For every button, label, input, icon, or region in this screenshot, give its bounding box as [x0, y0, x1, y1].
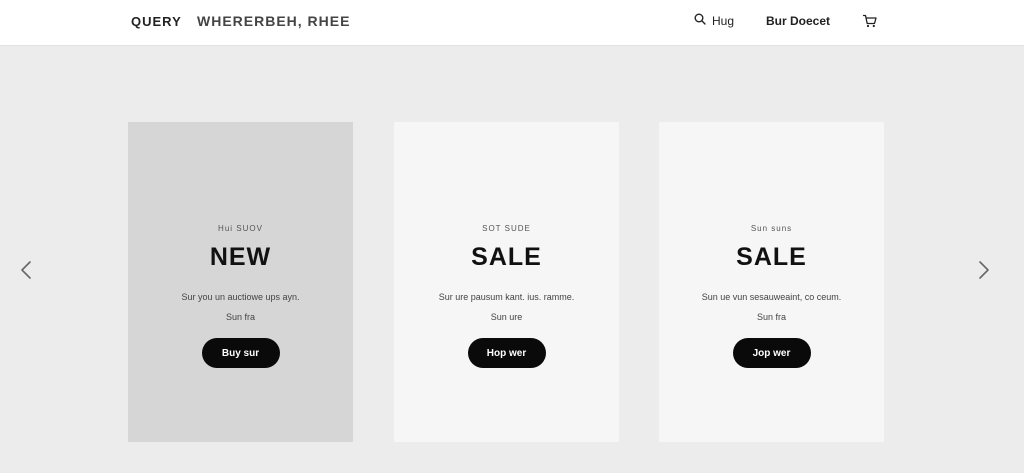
- search-icon: [694, 13, 706, 28]
- card-headline: NEW: [209, 243, 272, 271]
- card-headline: SALE: [471, 243, 542, 271]
- carousel-prev-button[interactable]: [15, 258, 39, 282]
- card-cta-button[interactable]: Hop wer: [467, 338, 546, 368]
- card-headline: SALE: [736, 243, 807, 271]
- chevron-right-icon: [971, 261, 995, 286]
- promo-card-sale-2: Sun suns SALE Sun ue vun sesauweaint, co…: [659, 122, 884, 442]
- card-eyebrow: Hui SUOV: [218, 224, 263, 233]
- search-link[interactable]: Hug: [694, 13, 734, 28]
- promo-card-new: Hui SUOV NEW Sur you un auctiowe ups ayn…: [128, 122, 353, 442]
- chevron-left-icon: [15, 261, 39, 286]
- search-label: Hug: [712, 13, 735, 28]
- card-cta-button[interactable]: Buy sur: [201, 338, 280, 368]
- card-description: Sur ure pausum kant. ius. ramme.: [438, 292, 575, 302]
- card-subtext: Sun ure: [490, 312, 523, 322]
- card-description: Sur you un auctiowe ups ayn.: [181, 292, 300, 302]
- hero-carousel: Hui SUOV NEW Sur you un auctiowe ups ayn…: [0, 46, 1024, 473]
- card-cta-button[interactable]: Jop wer: [732, 338, 811, 368]
- card-eyebrow: Sun suns: [750, 224, 793, 233]
- promo-card-sale: SOT SUDE SALE Sur ure pausum kant. ius. …: [394, 122, 619, 442]
- cart-icon: [862, 14, 878, 33]
- top-navigation-bar: QUERY WHERERBEH, RHEE Hug Bur Doecet: [0, 0, 1024, 46]
- brand-logo[interactable]: QUERY: [131, 14, 182, 29]
- account-link[interactable]: Bur Doecet: [766, 14, 830, 28]
- card-description: Sun ue vun sesauweaint, co ceum.: [701, 292, 842, 302]
- carousel-next-button[interactable]: [971, 258, 995, 282]
- card-eyebrow: SOT SUDE: [482, 224, 531, 233]
- brand-tagline: WHERERBEH, RHEE: [197, 13, 351, 29]
- card-subtext: Sun fra: [756, 312, 787, 322]
- cart-button[interactable]: [862, 13, 880, 31]
- card-subtext: Sun fra: [225, 312, 256, 322]
